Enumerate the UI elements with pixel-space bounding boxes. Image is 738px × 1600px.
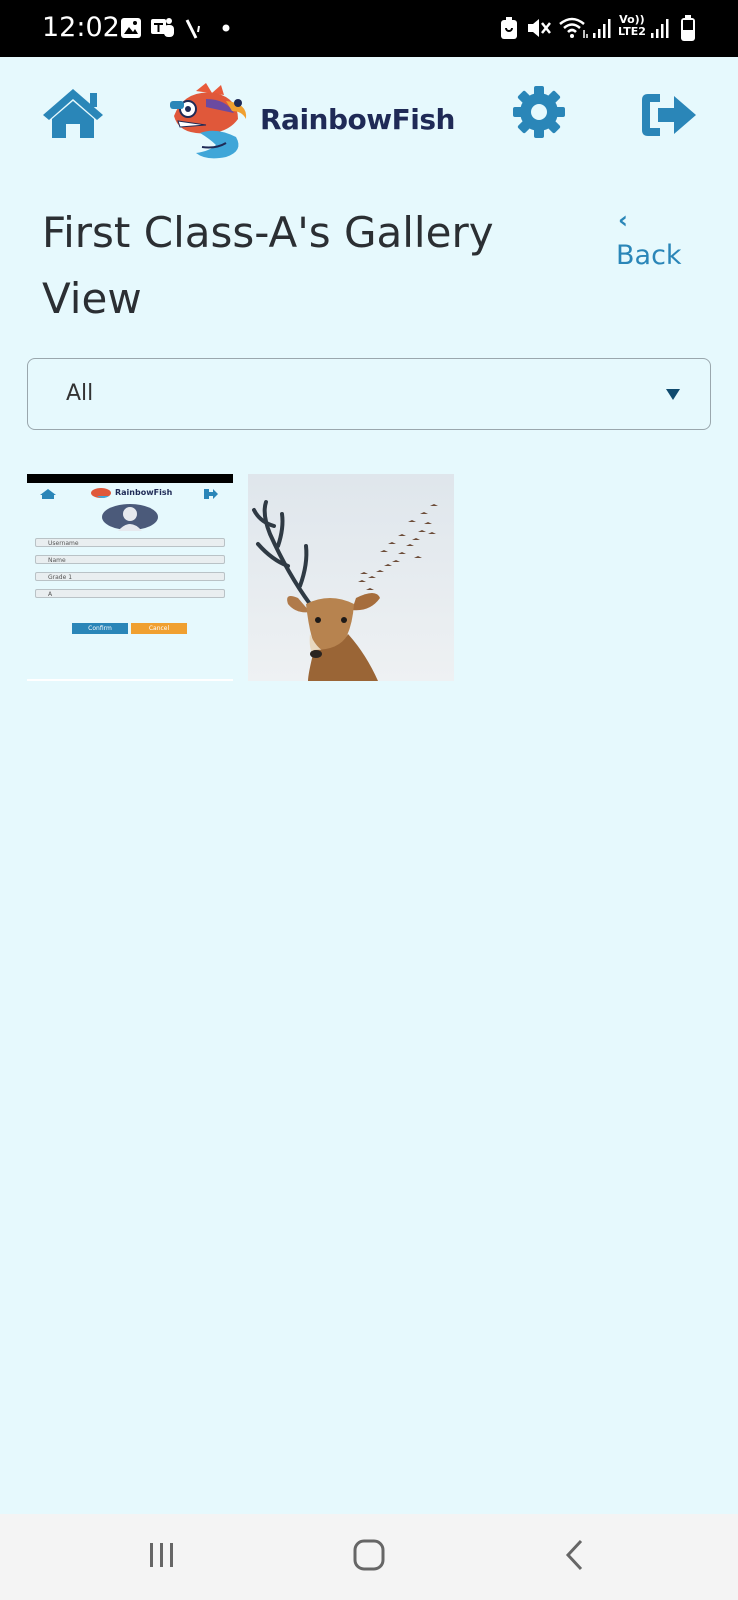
mini-field-3: Grade 1: [35, 572, 225, 581]
deer-painting: [248, 474, 454, 681]
gallery-icon: [121, 18, 141, 38]
home-icon[interactable]: [40, 86, 106, 140]
mini-brand: RainbowFish: [115, 488, 173, 497]
battery-saver-icon: [501, 17, 517, 39]
mini-field-4: A: [35, 589, 225, 598]
mini-cancel-button: Cancel: [131, 623, 187, 634]
gallery-item[interactable]: RainbowFish Username Name Grade 1 A Conf…: [27, 474, 233, 681]
system-navigation-bar: [0, 1514, 738, 1600]
mini-field-2: Name: [35, 555, 225, 564]
status-bar: 12:02 Vo)) LTE2: [0, 0, 738, 57]
dot-icon: [222, 24, 230, 32]
wifi-icon: [559, 17, 588, 38]
signal-check-icon: [185, 19, 200, 39]
mini-status-bar: [27, 474, 233, 483]
brand-name: RainbowFish: [260, 103, 455, 136]
filter-selected-value: All: [66, 381, 94, 406]
rainbowfish-logo[interactable]: [166, 81, 256, 161]
app-header: RainbowFish: [0, 57, 738, 187]
recent-apps-icon[interactable]: [148, 1540, 176, 1570]
logout-icon[interactable]: [640, 92, 698, 138]
mini-logo: [91, 488, 111, 498]
gallery-item[interactable]: [248, 474, 454, 681]
teams-icon: [151, 18, 174, 37]
carrier-label-bottom: LTE2: [618, 25, 646, 38]
mute-icon: [528, 19, 551, 37]
caret-down-icon: [666, 389, 680, 400]
mini-logout-icon: [204, 489, 218, 499]
back-nav-icon[interactable]: [564, 1538, 586, 1572]
status-time: 12:02: [42, 12, 120, 43]
chevron-left-icon: ‹: [618, 206, 628, 234]
home-nav-icon[interactable]: [352, 1538, 386, 1572]
class-filter-select[interactable]: All: [27, 358, 711, 430]
back-label: Back: [616, 240, 682, 271]
mini-confirm-button: Confirm: [72, 623, 128, 634]
carrier-label: Vo)) LTE2: [618, 14, 646, 38]
mini-screen: RainbowFish Username Name Grade 1 A Conf…: [27, 483, 233, 679]
settings-icon[interactable]: [512, 85, 566, 139]
mini-home-icon: [40, 489, 56, 499]
mini-avatar: [102, 504, 158, 531]
back-button[interactable]: ‹ Back: [616, 204, 706, 271]
mini-field-1: Username: [35, 538, 225, 547]
signal-icon: [593, 19, 611, 38]
signal-icon-2: [651, 19, 669, 38]
page-title: First Class-A's Gallery View: [42, 208, 494, 323]
battery-icon: [681, 15, 695, 41]
